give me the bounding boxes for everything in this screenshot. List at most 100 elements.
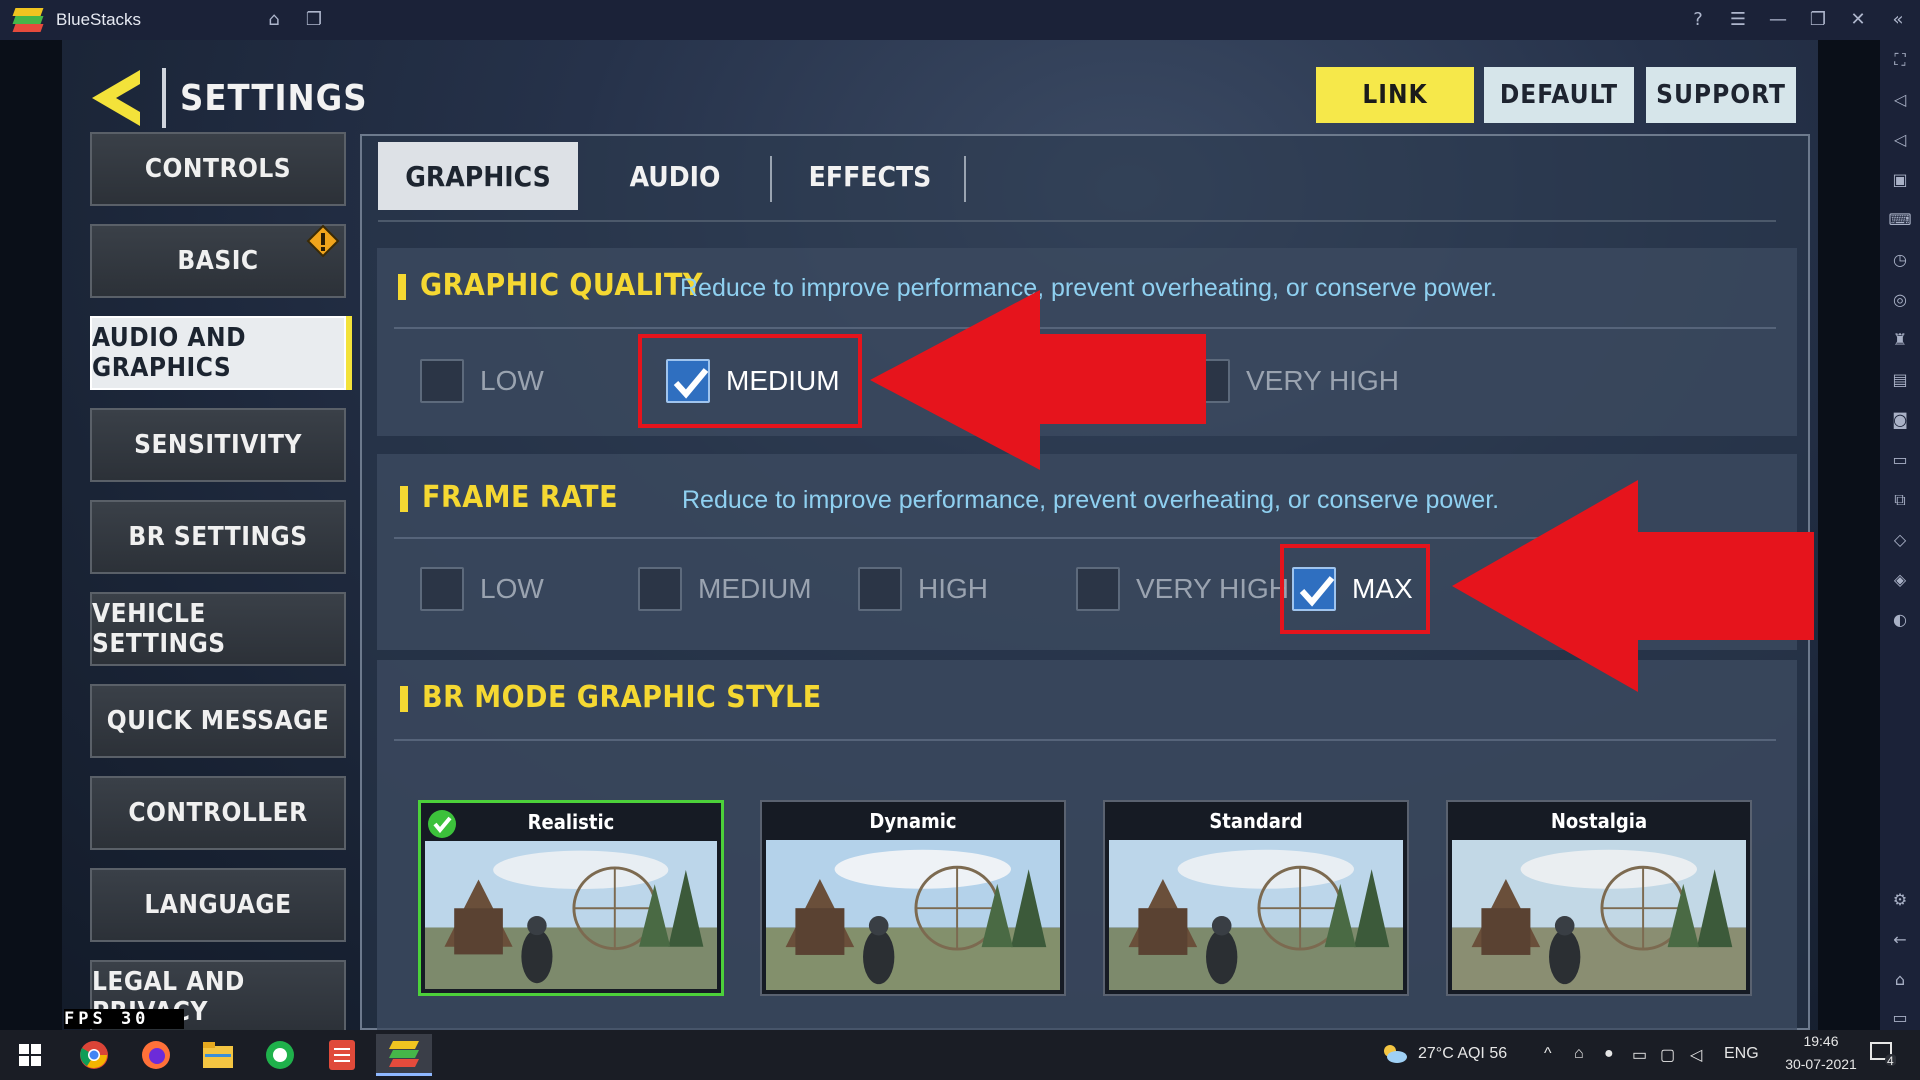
style-card-realistic[interactable]: Realistic — [418, 800, 724, 996]
bluestacks-side-toolbar: ⛶ ◁ ◁ ▣ ⌨ ◷ ◎ ♜ ▤ ◙ ▭ ⧉ ◇ ◈ ◐ ⚙ ← ⌂ ▭ — [1880, 40, 1920, 1030]
letterbox-left — [0, 40, 62, 1030]
menu-item-sensitivity[interactable]: SENSITIVITY — [90, 408, 346, 482]
frame-rate-medium-option[interactable]: MEDIUM — [638, 564, 812, 614]
weather-text[interactable]: 27°C AQI 56 — [1418, 1045, 1507, 1063]
minimize-icon[interactable]: — — [1766, 8, 1790, 32]
volume-up-icon[interactable]: ◁ — [1888, 88, 1912, 112]
menu-item-label: BR SETTINGS — [128, 522, 308, 552]
sync-icon[interactable]: ◎ — [1888, 288, 1912, 312]
section-marker — [400, 486, 408, 512]
checkbox[interactable] — [858, 567, 902, 611]
default-button[interactable]: DEFAULT — [1484, 67, 1634, 123]
file-explorer-icon[interactable] — [190, 1034, 246, 1076]
language-indicator[interactable]: ENG — [1724, 1045, 1759, 1063]
frame-rate-low-option[interactable]: LOW — [420, 564, 544, 614]
macro-icon[interactable]: ◷ — [1888, 248, 1912, 272]
settings-header: SETTINGS — [88, 58, 368, 138]
firefox-icon[interactable] — [128, 1034, 184, 1076]
erase-icon[interactable]: ◇ — [1888, 528, 1912, 552]
tab-effects[interactable]: EFFECTS — [780, 142, 960, 210]
app-title: BlueStacks — [56, 10, 142, 29]
style-card-label: Dynamic — [869, 809, 957, 833]
menu-item-quick-message[interactable]: QUICK MESSAGE — [90, 684, 346, 758]
recent-apps-icon[interactable]: ▭ — [1888, 1006, 1912, 1030]
back-icon[interactable]: ← — [1888, 928, 1912, 952]
game-controls-icon[interactable]: ⌨ — [1888, 208, 1912, 232]
fps-counter: FPS 30 — [64, 1009, 184, 1029]
tab-divider — [964, 156, 966, 202]
collapse-sidebar-icon[interactable]: « — [1886, 8, 1910, 32]
menu-icon[interactable]: ☰ — [1726, 8, 1750, 32]
br-mode-graphic-style-title: BR MODE GRAPHIC STYLE — [422, 680, 822, 715]
fullscreen-icon[interactable]: ⛶ — [1888, 48, 1912, 72]
checkbox[interactable] — [638, 567, 682, 611]
link-button[interactable]: LINK — [1316, 67, 1474, 123]
speaker-icon[interactable]: ◁ — [1690, 1045, 1702, 1065]
chrome-icon[interactable] — [66, 1034, 122, 1076]
clock-date[interactable]: 30-07-2021 — [1782, 1056, 1860, 1072]
option-label: LOW — [480, 573, 544, 604]
menu-item-audio-and-graphics[interactable]: AUDIO AND GRAPHICS — [90, 316, 346, 390]
menu-item-vehicle-settings[interactable]: VEHICLE SETTINGS — [90, 592, 346, 666]
graphic-quality-title: GRAPHIC QUALITY — [420, 268, 703, 303]
show-hidden-icons-icon[interactable]: ^ — [1544, 1045, 1552, 1063]
network-icon[interactable]: ⌂ — [1574, 1045, 1584, 1063]
menu-item-label: QUICK MESSAGE — [106, 706, 330, 736]
menu-item-controls[interactable]: CONTROLS — [90, 132, 346, 206]
menu-item-basic[interactable]: BASIC — [90, 224, 346, 298]
display-icon[interactable]: ▢ — [1660, 1045, 1675, 1065]
frame-rate-title: FRAME RATE — [422, 480, 619, 515]
style-card-nostalgia[interactable]: Nostalgia — [1446, 800, 1752, 996]
tab-divider — [770, 156, 772, 202]
graphic-quality-low-option[interactable]: LOW — [420, 356, 544, 406]
red-app-icon[interactable] — [314, 1034, 370, 1076]
green-app-icon[interactable] — [252, 1034, 308, 1076]
menu-item-language[interactable]: LANGUAGE — [90, 868, 346, 942]
settings-gear-icon[interactable]: ⚙ — [1888, 888, 1912, 912]
keyboard-controls-icon[interactable]: ▣ — [1888, 168, 1912, 192]
help-icon[interactable]: ? — [1686, 8, 1710, 32]
multi-instance-sync-icon[interactable]: ⧉ — [1888, 488, 1912, 512]
graphic-quality-very-high-option[interactable]: VERY HIGH — [1186, 356, 1399, 406]
windows-taskbar: 27°C AQI 56 ^ ⌂ ● ▭ ▢ ◁ ENG 19:46 30-07-… — [0, 1030, 1920, 1080]
support-button[interactable]: SUPPORT — [1646, 67, 1796, 123]
frame-rate-high-option[interactable]: HIGH — [858, 564, 988, 614]
tab-audio[interactable]: AUDIO — [590, 142, 760, 210]
home-icon[interactable]: ⌂ — [262, 8, 286, 32]
section-marker — [400, 686, 408, 712]
checkbox[interactable] — [1076, 567, 1120, 611]
style-preview-image — [1452, 840, 1746, 990]
android-home-icon[interactable]: ⌂ — [1888, 968, 1912, 992]
tab-graphics[interactable]: GRAPHICS — [378, 142, 578, 210]
volume-down-icon[interactable]: ◁ — [1888, 128, 1912, 152]
restore-icon[interactable]: ❐ — [1806, 8, 1830, 32]
multi-instance-icon[interactable]: ❐ — [302, 8, 326, 32]
checkbox[interactable] — [420, 359, 464, 403]
page-title: SETTINGS — [180, 77, 368, 119]
close-icon[interactable]: ✕ — [1846, 8, 1870, 32]
folder-icon[interactable]: ▭ — [1888, 448, 1912, 472]
style-card-label: Standard — [1209, 809, 1303, 833]
menu-item-br-settings[interactable]: BR SETTINGS — [90, 500, 346, 574]
windows-start-icon[interactable] — [2, 1034, 58, 1076]
gamepad-icon[interactable]: ♜ — [1888, 328, 1912, 352]
battery-icon[interactable]: ▭ — [1632, 1045, 1647, 1065]
back-arrow-icon[interactable] — [88, 66, 148, 130]
clock-time[interactable]: 19:46 — [1790, 1033, 1852, 1049]
style-card-label: Realistic — [527, 810, 615, 834]
game-viewport: SETTINGS LINK DEFAULT SUPPORT CONTROLS B… — [0, 40, 1880, 1030]
screenshot-icon[interactable]: ◙ — [1888, 408, 1912, 432]
section-marker — [398, 274, 406, 300]
eco-mode-icon[interactable]: ◐ — [1888, 608, 1912, 632]
bluestacks-icon[interactable] — [376, 1034, 432, 1076]
weather-icon[interactable] — [1380, 1042, 1408, 1071]
option-label: VERY HIGH — [1246, 365, 1400, 396]
apk-install-icon[interactable]: ▤ — [1888, 368, 1912, 392]
menu-item-controller[interactable]: CONTROLLER — [90, 776, 346, 850]
microphone-icon[interactable]: ● — [1604, 1045, 1614, 1063]
style-card-standard[interactable]: Standard — [1103, 800, 1409, 996]
checkbox[interactable] — [420, 567, 464, 611]
style-card-dynamic[interactable]: Dynamic — [760, 800, 1066, 996]
layers-icon[interactable]: ◈ — [1888, 568, 1912, 592]
frame-rate-very-high-option[interactable]: VERY HIGH — [1076, 564, 1289, 614]
